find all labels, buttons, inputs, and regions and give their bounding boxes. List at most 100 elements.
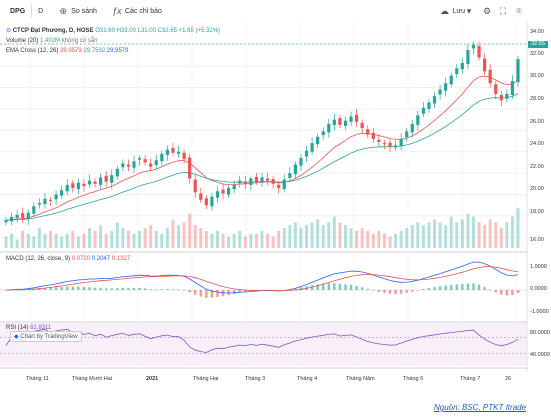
macd-histogram-bar [71,286,74,290]
candle-body [60,190,64,196]
macd-histogram-bar [138,287,141,290]
macd-histogram-bar [327,283,330,290]
candle-body [321,131,325,136]
volume-bar [438,222,442,248]
time-tick: Tháng 3 [245,376,266,382]
volume-bar [305,225,309,248]
volume-bar [494,222,498,248]
volume-bar [266,233,270,248]
ema-value-1: 29.9579 [60,48,82,54]
volume-bar [110,230,114,248]
macd-histogram-bar [182,290,186,291]
volume-bar [227,236,231,248]
candle-body [221,189,225,194]
volume-bar [210,233,214,248]
volume-bar [410,225,414,248]
macd-histogram-bar [416,290,420,291]
volume-bar [505,222,509,248]
macd-tick: 1.0000 [530,264,547,270]
time-tick: Tháng 11 [26,376,49,382]
candle-body [160,153,164,162]
candle-body [82,183,86,186]
candle-body [193,179,197,193]
series-title: CTCP Đạt Phương, D, HOSE [12,28,94,34]
candle-body [471,44,476,49]
macd-histogram-bar [377,290,381,292]
volume-bar [332,216,336,248]
macd-histogram-bar [344,284,347,290]
source-caption[interactable]: Nguồn: BSC, PTKT Itrade [434,403,526,412]
macd-histogram-bar [433,287,436,290]
macd-histogram-bar [411,290,414,292]
time-tick: 26 [505,376,512,382]
ohlc-close: C32.65 [157,28,177,34]
volume-bar [104,233,108,248]
volume-bar [460,219,464,248]
candle-body [215,191,220,198]
volume-bar [71,230,75,248]
macd-histogram-bar [500,290,503,295]
tradingview-logo-icon: ◆ [14,334,19,340]
macd-histogram-bar [232,290,236,294]
volume-bar [165,228,169,248]
candle-body [243,181,247,184]
candle-body [366,129,370,135]
candle-body [299,158,303,166]
macd-value-2: 0.2047 [91,256,111,262]
current-price-tag: 32.65 [528,41,548,48]
volume-bar [282,228,286,248]
volume-bar [15,239,19,248]
time-tick: Tháng Hai [193,376,219,382]
candle-body [115,168,119,177]
candle-body [204,198,208,206]
candle-body [505,93,509,99]
candle-body [154,160,158,166]
macd-histogram-bar [199,290,202,297]
candle-body [304,150,309,157]
macd-histogram-bar [477,284,481,290]
time-tick: Tháng Mười Hai [72,376,112,382]
macd-name: MACD (12, 26, close, 9) [6,256,71,262]
volume-bar [215,230,219,248]
volume-bar [171,219,175,248]
volume-bar [455,222,459,248]
price-tick: 18.00 [530,209,544,215]
candle-body [43,198,47,205]
tradingview-watermark[interactable]: ◆ Chart by TradingView [10,331,82,342]
volume-bar [121,228,125,248]
macd-histogram-bar [444,285,447,290]
volume-bar [99,225,103,248]
volume-bar [10,233,14,248]
macd-histogram-bar [110,288,113,290]
volume-bar [510,216,514,248]
candle-body [405,131,409,138]
macd-histogram-bar [438,286,442,290]
volume-bar [405,228,409,248]
volume-bar [132,233,136,248]
volume-bar [499,228,503,248]
macd-histogram-bar [388,290,392,294]
volume-bar [366,230,370,248]
candle-body [87,180,92,185]
candle-body [188,157,192,179]
macd-histogram-bar [160,289,164,290]
macd-histogram-bar [188,290,191,293]
collapse-icon[interactable]: ⊖ [6,28,11,34]
price-tick: 22.00 [530,164,544,170]
volume-bar [516,208,520,248]
candle-body [260,177,264,183]
candle-body [288,173,292,178]
macd-histogram-bar [116,288,119,290]
main-legend: ⊖ CTCP Đạt Phương, D, HOSE O31.60 H33.00… [6,27,220,35]
price-chart[interactable] [0,0,551,419]
candle-body [388,142,392,147]
volume-bar [399,230,403,248]
macd-histogram-bar [132,287,136,290]
time-tick: Tháng 4 [297,376,318,382]
macd-histogram-bar [394,290,397,295]
candle-body [48,199,53,201]
candle-body [26,212,30,220]
candle-body [432,96,437,104]
volume-bar [238,230,242,248]
volume-bar [310,222,314,248]
